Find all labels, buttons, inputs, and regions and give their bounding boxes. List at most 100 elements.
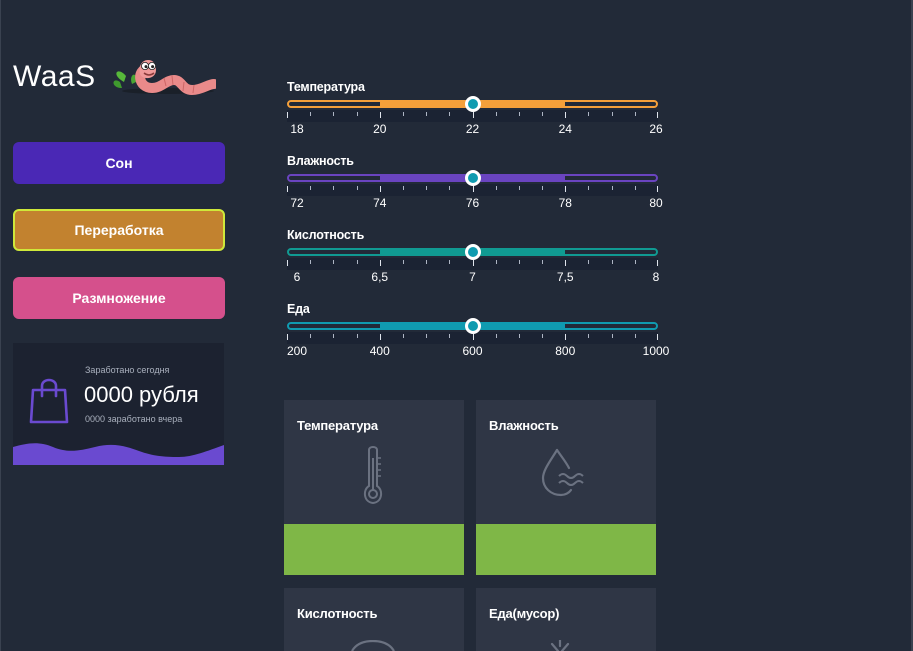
major-tick [379,112,381,118]
minor-tick [402,260,404,264]
minor-tick [542,260,544,264]
minor-tick [611,186,613,190]
tick-label: 6 [293,270,301,284]
major-tick [565,334,567,340]
major-tick [379,260,381,266]
minor-tick [518,112,520,116]
minor-tick [449,186,451,190]
minor-tick [356,112,358,116]
mode-button-sleep[interactable]: Сон [13,142,225,184]
earnings-card: Заработано сегодня 0000 рубля 0000 зараб… [13,343,224,465]
earned-today-amount: 0000 рубля [84,382,199,407]
minor-tick [542,186,544,190]
major-tick [472,186,474,192]
minor-tick [310,112,312,116]
minor-tick [356,334,358,338]
minor-tick [518,186,520,190]
minor-tick [495,112,497,116]
tick-label: 74 [373,196,387,210]
panel-food: Еда(мусор) [476,588,656,651]
slider-thumb[interactable] [464,96,481,112]
panel-title: Еда(мусор) [489,606,560,621]
major-tick [472,334,474,340]
ph-gauge-icon [351,640,395,651]
minor-tick [611,334,613,338]
panel-title: Кислотность [297,606,378,621]
minor-tick [634,260,636,264]
mode-button-label: Переработка [74,222,164,238]
slider-thumb[interactable] [464,318,481,334]
major-tick [287,334,288,340]
minor-tick [588,112,590,116]
mode-button-label: Размножение [72,290,166,306]
minor-tick [518,334,520,338]
minor-tick [402,186,404,190]
earned-yesterday-text: 0000 заработано вчера [85,414,183,424]
mode-button-breeding[interactable]: Размножение [13,277,225,319]
worm-logo-icon [113,60,216,96]
minor-tick [634,186,636,190]
tick-label: 7 [469,270,476,284]
minor-tick [426,112,428,116]
minor-tick [495,260,497,264]
minor-tick [542,112,544,116]
logo: WaaS [13,54,216,100]
minor-tick [449,260,451,264]
major-tick [565,260,567,266]
minor-tick [588,186,590,190]
major-tick [287,260,288,266]
mode-button-label: Сон [105,155,133,171]
slider-label: Температура [287,80,365,94]
tick-label: 600 [462,344,483,358]
window-border-left [0,0,1,651]
minor-tick [426,334,428,338]
thermometer-icon [363,446,383,505]
major-tick [379,186,381,192]
slider-label: Кислотность [287,228,365,242]
major-tick [657,260,658,266]
panel-title: Влажность [489,418,559,433]
minor-tick [333,260,335,264]
slider-thumb[interactable] [464,170,481,186]
tick-label: 80 [649,196,663,210]
minor-tick [402,112,404,116]
shopping-bag-icon [29,378,69,424]
minor-tick [310,334,312,338]
panel-title: Температура [297,418,378,433]
major-tick [657,186,658,192]
major-tick [565,186,567,192]
tick-label: 18 [290,122,304,136]
minor-tick [542,334,544,338]
status-bar [476,524,656,575]
slider-label: Еда [287,302,310,316]
minor-tick [310,260,312,264]
major-tick [287,186,288,192]
water-drop-icon [541,448,584,497]
app-title: WaaS [13,60,96,93]
minor-tick [333,112,335,116]
minor-tick [611,260,613,264]
mode-button-processing[interactable]: Переработка [13,209,225,251]
minor-tick [449,112,451,116]
tick-label: 72 [290,196,304,210]
panel-temperature: Температура [284,400,464,575]
minor-tick [426,260,428,264]
tick-label: 8 [652,270,660,284]
minor-tick [588,334,590,338]
major-tick [657,334,658,340]
tick-label: 7,5 [556,270,574,284]
minor-tick [356,260,358,264]
earnings-wave-chart [13,443,224,465]
minor-tick [449,334,451,338]
earned-today-label: Заработано сегодня [85,365,170,375]
tick-label: 76 [465,196,480,210]
panel-humidity: Влажность [476,400,656,575]
minor-tick [588,260,590,264]
panel-acidity: Кислотность [284,588,464,651]
major-tick [472,112,474,118]
minor-tick [634,112,636,116]
tick-label: 24 [558,122,572,136]
slider-thumb[interactable] [464,244,481,260]
major-tick [287,112,288,118]
tick-label: 78 [558,196,572,210]
